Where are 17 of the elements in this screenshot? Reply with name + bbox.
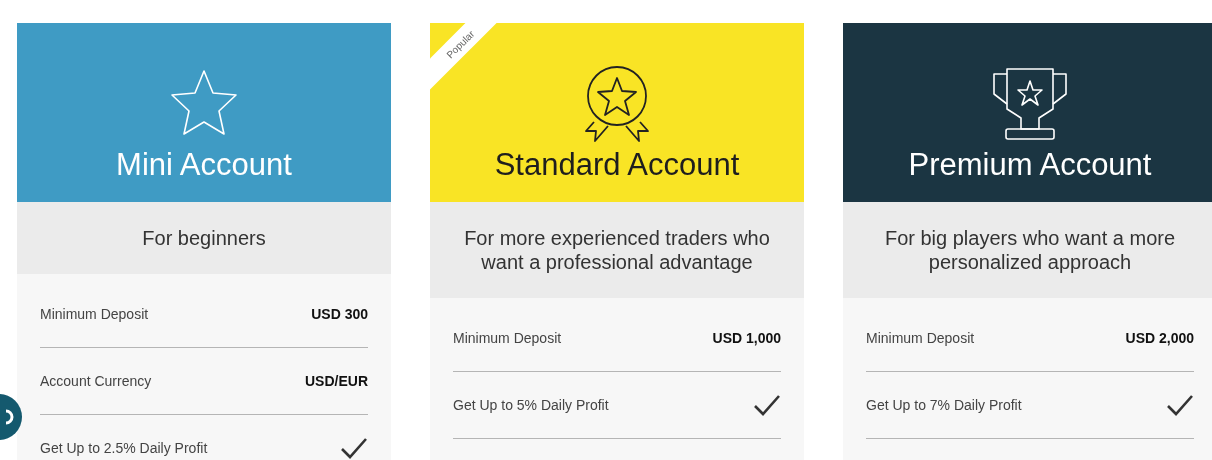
feature-value: USD 2,000: [1125, 328, 1194, 348]
plan-tagline: For big players who want a more personalized approach: [883, 226, 1177, 274]
feature-label: Get Up to 5% Daily Profit: [453, 395, 609, 415]
plan-tagline: For beginners: [142, 226, 266, 250]
feature-value: USD 300: [311, 304, 368, 324]
feature-value: USD 1,000: [712, 328, 781, 348]
feature-label: Minimum Deposit: [453, 328, 562, 348]
feature-value: USD/EUR: [305, 371, 368, 391]
feature-label: Get Up to 7% Daily Profit: [866, 395, 1022, 415]
plan-title: Standard Account: [494, 147, 740, 183]
feature-label: Get Up to 2.5% Daily Profit: [40, 438, 208, 458]
feature-label: Account Currency: [40, 371, 152, 391]
feature-label: Minimum Deposit: [866, 328, 975, 348]
feature-label: Minimum Deposit: [40, 304, 149, 324]
plan-title: Mini Account: [116, 147, 292, 183]
plan-title: Premium Account: [908, 147, 1152, 183]
plan-tagline: For more experienced traders who want a professional advantage: [463, 226, 771, 274]
